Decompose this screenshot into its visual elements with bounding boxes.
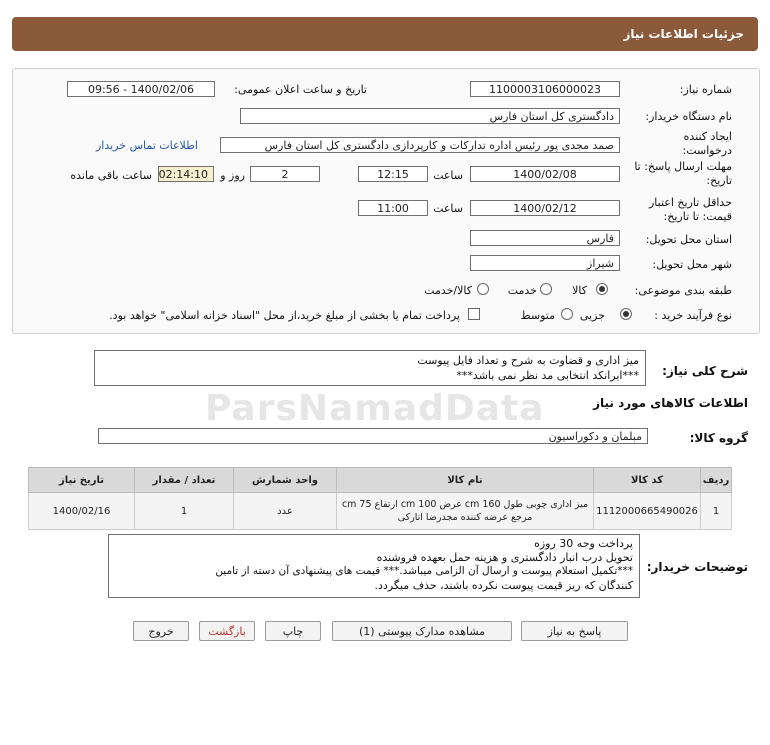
goods-group-field: مبلمان و دکوراسیون (98, 428, 648, 444)
category-radio-service[interactable] (540, 283, 552, 295)
goods-table: ردیف کد کالا نام کالا واحد شمارش تعداد /… (28, 467, 732, 530)
buyer-contact-link[interactable]: اطلاعات تماس خریدار (96, 139, 198, 152)
watermark-text: ParsNamadData (205, 388, 545, 429)
cell-date: 1400/02/16 (28, 492, 135, 530)
goods-section-title: اطلاعات کالاهای مورد نیاز (593, 396, 748, 410)
price-validity-time-label: ساعت (433, 202, 463, 215)
buyer-notes-line-3: ***تکمیل استعلام پیوست و ارسال آن الزامی… (215, 565, 633, 577)
col-header-code: کد کالا (593, 467, 701, 493)
goods-group-label: گروه کالا: (689, 431, 748, 445)
view-attachments-button[interactable]: مشاهده مدارک پیوستی (1) (332, 621, 512, 641)
buyer-notes-line-2: تحویل درب انبار دادگستری و هزینه حمل بعه… (376, 551, 633, 564)
col-header-row: ردیف (700, 467, 732, 493)
col-header-date: تاریخ نیاز (28, 467, 135, 493)
process-option-minor: جزیی (579, 309, 605, 322)
category-option-service: خدمت (507, 284, 537, 297)
cell-name: میز اداری چوبی طول cm 160 عرض cm 100 ارت… (336, 492, 594, 530)
cell-row: 1 (700, 492, 732, 530)
creator-label: ایجاد کننده درخواست: (682, 130, 732, 157)
deadline-date-field: 1400/02/08 (470, 166, 620, 182)
category-radio-goods-service[interactable] (477, 283, 489, 295)
description-line-1: میز اداری و قضاوت به شرح و تعداد فایل پی… (417, 354, 639, 367)
deadline-time-label: ساعت (433, 169, 463, 182)
process-option-medium: متوسط (520, 309, 555, 322)
delivery-city-label: شهر محل تحویل: (652, 258, 732, 271)
back-button[interactable]: بازگشت (199, 621, 255, 641)
buyer-notes-label: توضیحات خریدار: (646, 560, 748, 574)
need-number-label: شماره نیاز: (679, 83, 732, 96)
col-header-unit: واحد شمارش (233, 467, 337, 493)
deadline-label: مهلت ارسال پاسخ: تا تاریخ: (634, 160, 732, 187)
description-line-2: ***ایرانکد انتخابی مد نظر نمی باشد*** (456, 369, 639, 382)
buyer-org-field: دادگستری کل استان فارس (240, 108, 620, 124)
buyer-notes-box: پرداخت وجه 30 روزه تحویل درب انبار دادگس… (108, 534, 640, 598)
cell-name-line-2: مرجع عرضه کننده مجدرضا اتارکی (397, 512, 533, 523)
category-option-goods: کالا (572, 284, 587, 297)
need-number-field: 1100003106000023 (470, 81, 620, 97)
goods-table-header: ردیف کد کالا نام کالا واحد شمارش تعداد /… (28, 467, 732, 493)
cell-name-line-1: میز اداری چوبی طول cm 160 عرض cm 100 ارت… (341, 499, 589, 510)
delivery-province-label: استان محل تحویل: (645, 233, 732, 246)
creator-field: صمد مجدی پور رئیس اداره تدارکات و کارپرد… (220, 137, 620, 153)
cell-qty: 1 (134, 492, 234, 530)
delivery-province-field: فارس (470, 230, 620, 246)
announce-datetime-field: 1400/02/06 - 09:56 (67, 81, 215, 97)
price-validity-time-field: 11:00 (358, 200, 428, 216)
print-button[interactable]: چاپ (265, 621, 321, 641)
reply-button[interactable]: پاسخ به نیاز (521, 621, 628, 641)
category-option-goods-service: کالا/خدمت (424, 284, 472, 297)
remaining-time-field: 02:14:10 (158, 166, 214, 182)
treasury-payment-checkbox[interactable] (468, 308, 480, 320)
category-radio-goods[interactable] (596, 283, 608, 295)
delivery-city-field: شیراز (470, 255, 620, 271)
price-validity-label: حداقل تاریخ اعتبار قیمت: تا تاریخ: (648, 196, 732, 223)
exit-button[interactable]: خروج (133, 621, 189, 641)
deadline-time-field: 12:15 (358, 166, 428, 182)
process-radio-minor[interactable] (620, 308, 632, 320)
cell-unit: عدد (233, 492, 337, 530)
days-label: روز و (220, 169, 245, 182)
category-label: طبقه بندی موضوعی: (634, 284, 732, 297)
description-box: میز اداری و قضاوت به شرح و تعداد فایل پی… (94, 350, 646, 386)
process-radio-medium[interactable] (561, 308, 573, 320)
days-remaining-field: 2 (250, 166, 320, 182)
process-type-label: نوع فرآیند خرید : (654, 309, 732, 322)
table-row: 1 1112000665490026 میز اداری چوبی طول cm… (28, 492, 732, 530)
col-header-name: نام کالا (336, 467, 594, 493)
treasury-payment-text: پرداخت تمام یا بخشی از مبلغ خرید،از محل … (109, 309, 460, 322)
cell-code: 1112000665490026 (593, 492, 701, 530)
buyer-notes-line-1: پرداخت وجه 30 روزه (534, 537, 633, 550)
buyer-notes-line-4: کنندگان که ریز قیمت پیوست نکرده باشند، ح… (374, 579, 633, 592)
remaining-time-label: ساعت باقی مانده (70, 169, 152, 182)
page-header: جزئیات اطلاعات نیاز (12, 17, 758, 51)
announce-datetime-label: تاریخ و ساعت اعلان عمومی: (234, 83, 367, 96)
description-label: شرح کلی نیاز: (662, 364, 748, 378)
col-header-qty: تعداد / مقدار (134, 467, 234, 493)
buyer-org-label: نام دستگاه خریدار: (645, 110, 732, 123)
price-validity-date-field: 1400/02/12 (470, 200, 620, 216)
page-title: جزئیات اطلاعات نیاز (623, 27, 744, 41)
